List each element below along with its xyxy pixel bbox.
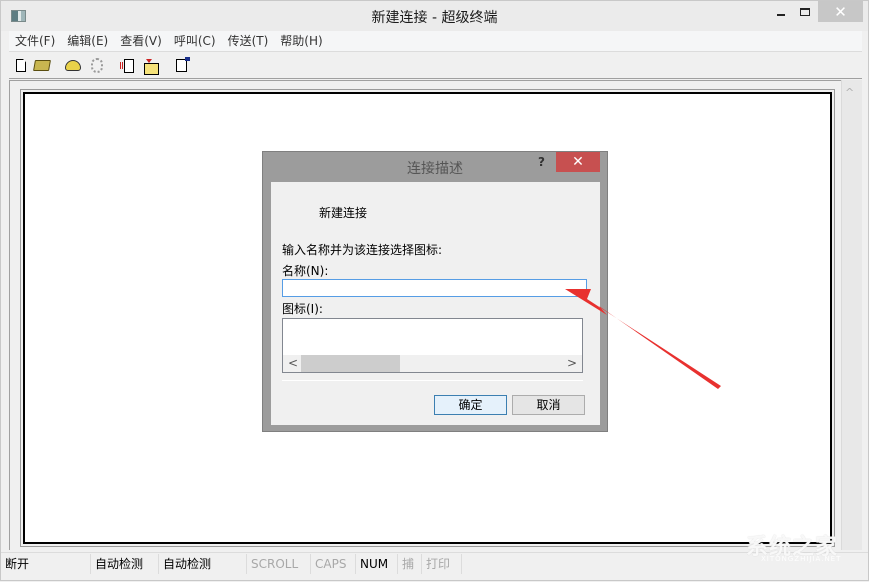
- new-button[interactable]: [12, 57, 30, 74]
- call-button[interactable]: [64, 57, 82, 74]
- dialog-close-button[interactable]: ✕: [556, 152, 600, 172]
- icon-list[interactable]: < >: [282, 318, 583, 373]
- status-terminal-detect: 自动检测: [91, 553, 159, 574]
- status-settings-detect: 自动检测: [159, 553, 247, 574]
- maximize-icon: [799, 7, 810, 16]
- dialog-separator: [282, 380, 583, 381]
- dialog-prompt: 输入名称并为该连接选择图标:: [282, 243, 443, 257]
- window-title: 新建连接 - 超级终端: [371, 10, 498, 26]
- menu-file[interactable]: 文件(F): [9, 31, 61, 51]
- close-icon: ✕: [572, 154, 584, 170]
- icon-label: 图标(I):: [282, 302, 323, 316]
- send-file-icon: [120, 59, 134, 73]
- scroll-right-icon[interactable]: >: [567, 355, 577, 372]
- icon-list-horizontal-scrollbar[interactable]: < >: [283, 355, 582, 372]
- minimize-icon: [776, 13, 785, 16]
- disconnect-button[interactable]: [88, 57, 106, 74]
- status-num: NUM: [356, 553, 398, 574]
- dialog-body: 新建连接 输入名称并为该连接选择图标: 名称(N): 图标(I): < > 确定…: [271, 182, 600, 425]
- help-icon[interactable]: ?: [538, 155, 545, 169]
- receive-file-icon: [143, 58, 159, 75]
- menu-edit[interactable]: 编辑(E): [61, 31, 114, 51]
- properties-button[interactable]: [172, 57, 190, 74]
- hyperterminal-window: 新建连接 - 超级终端 ✕ 文件(F) 编辑(E) 查看(V) 呼叫(C) 传送…: [0, 0, 869, 581]
- status-scroll: SCROLL: [247, 553, 311, 574]
- status-print: 打印: [422, 553, 462, 574]
- scroll-left-icon[interactable]: <: [288, 355, 298, 372]
- properties-icon: [175, 57, 190, 72]
- maximize-button[interactable]: [791, 1, 818, 22]
- open-button[interactable]: [33, 57, 51, 74]
- minimize-button[interactable]: [767, 1, 794, 22]
- receive-button[interactable]: [141, 57, 159, 75]
- dialog-heading: 新建连接: [319, 206, 368, 220]
- close-icon: ✕: [834, 2, 847, 21]
- menu-help[interactable]: 帮助(H): [274, 31, 328, 51]
- close-button[interactable]: ✕: [818, 1, 863, 22]
- menu-bar: 文件(F) 编辑(E) 查看(V) 呼叫(C) 传送(T) 帮助(H): [9, 31, 862, 52]
- name-input[interactable]: [282, 279, 587, 297]
- toolbar: [9, 53, 862, 79]
- ok-button[interactable]: 确定: [434, 395, 507, 415]
- status-capture: 捕: [398, 553, 422, 574]
- call-phone-icon: [65, 60, 81, 71]
- title-bar: 新建连接 - 超级终端 ✕: [1, 1, 868, 31]
- status-connection: 断开: [1, 553, 91, 574]
- cancel-button[interactable]: 取消: [512, 395, 585, 415]
- connection-description-dialog: 连接描述 ? ✕ 新建连接 输入名称并为该连接选择图标: 名称(N): 图标(I…: [262, 151, 608, 432]
- open-folder-icon: [33, 60, 51, 71]
- menu-call[interactable]: 呼叫(C): [168, 31, 222, 51]
- hang-up-icon: [91, 58, 103, 73]
- send-button[interactable]: [118, 57, 136, 74]
- vertical-scrollbar[interactable]: ^: [841, 80, 862, 550]
- scroll-thumb[interactable]: [301, 355, 400, 372]
- status-caps: CAPS: [311, 553, 356, 574]
- menu-transfer[interactable]: 传送(T): [222, 31, 275, 51]
- scroll-up-icon[interactable]: ^: [845, 86, 854, 99]
- menu-view[interactable]: 查看(V): [114, 31, 168, 51]
- new-document-icon: [16, 59, 26, 72]
- watermark-subtext: XITONGZHIJIA.NET: [761, 555, 842, 563]
- status-bar: 断开 自动检测 自动检测 SCROLL CAPS NUM 捕 打印: [1, 552, 868, 574]
- name-label: 名称(N):: [282, 264, 329, 278]
